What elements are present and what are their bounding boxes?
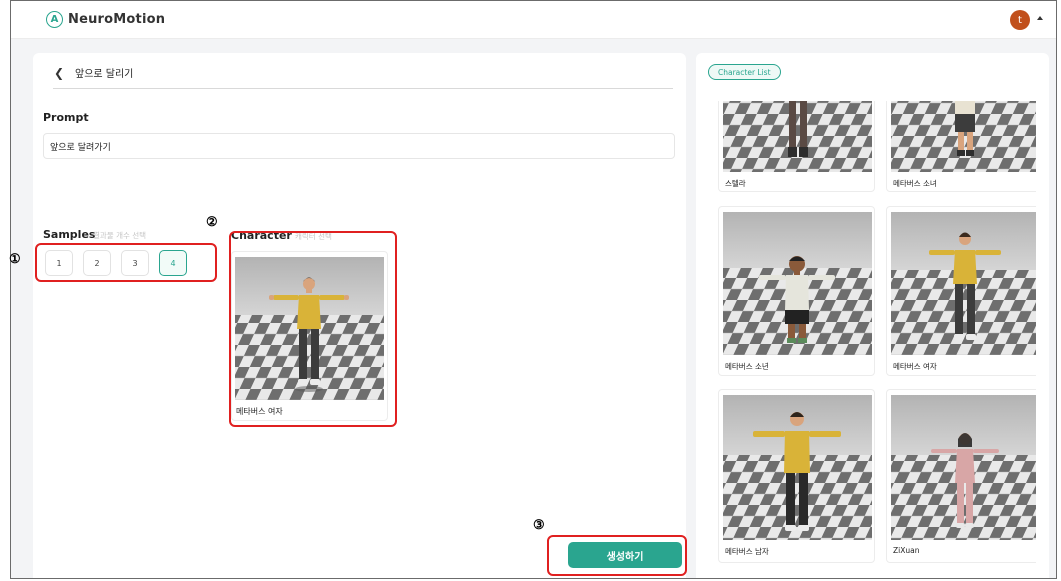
- user-avatar[interactable]: t: [1010, 10, 1030, 30]
- annotation-number-3: ③: [533, 518, 545, 533]
- character-thumbnail: [723, 395, 872, 540]
- character-list-panel: Character List 스텔라 메타버스 소녀 메타버스 소년 메타버스 …: [696, 53, 1049, 578]
- annotation-number-1: ①: [9, 252, 21, 267]
- app-name: NeuroMotion: [68, 12, 166, 27]
- character-name: 메타버스 남자: [725, 547, 769, 556]
- character-grid: 스텔라 메타버스 소녀 메타버스 소년 메타버스 여자 메타버스 남자 ZiXu…: [718, 101, 1036, 578]
- prompt-label: Prompt: [43, 111, 89, 124]
- character-thumbnail: [891, 395, 1036, 540]
- character-preview-image: [235, 257, 384, 400]
- neuromotion-logo-icon: A: [46, 11, 63, 28]
- character-thumbnail: [891, 101, 1036, 172]
- page-header: ❮ 앞으로 달리기: [53, 65, 673, 89]
- generate-button[interactable]: 생성하기: [568, 542, 682, 568]
- character-name: ZiXuan: [893, 546, 920, 555]
- sample-option-4[interactable]: 4: [159, 250, 187, 276]
- selected-character-name: 메타버스 여자: [236, 407, 283, 416]
- character-card-metaverse-boy[interactable]: 메타버스 소년: [718, 206, 875, 376]
- annotation-number-2: ②: [206, 215, 218, 230]
- app-logo[interactable]: A NeuroMotion: [46, 11, 165, 28]
- top-bar: A NeuroMotion t: [11, 1, 1056, 39]
- character-card-stella[interactable]: 스텔라: [718, 101, 875, 192]
- character-card-metaverse-man[interactable]: 메타버스 남자: [718, 389, 875, 563]
- account-caret-icon[interactable]: [1037, 16, 1043, 20]
- sample-option-3[interactable]: 3: [121, 250, 149, 276]
- samples-selector: 1 2 3 4: [45, 250, 187, 276]
- tab-character-list[interactable]: Character List: [708, 64, 781, 80]
- character-name: 스텔라: [725, 179, 746, 188]
- samples-hint: 결과물 개수 선택: [93, 231, 147, 240]
- page-title: 앞으로 달리기: [75, 69, 134, 80]
- sample-option-1[interactable]: 1: [45, 250, 73, 276]
- character-thumbnail: [723, 212, 872, 355]
- prompt-input[interactable]: [43, 133, 675, 159]
- character-thumbnail: [723, 101, 872, 172]
- samples-label: Samples: [43, 228, 96, 241]
- sample-option-2[interactable]: 2: [83, 250, 111, 276]
- character-name: 메타버스 소년: [725, 362, 769, 371]
- app-window: A NeuroMotion t ❮ 앞으로 달리기 Prompt Samples…: [10, 0, 1057, 579]
- character-name: 메타버스 소녀: [893, 179, 937, 188]
- back-arrow-icon[interactable]: ❮: [53, 66, 65, 80]
- character-name: 메타버스 여자: [893, 362, 937, 371]
- character-thumbnail: [891, 212, 1036, 355]
- character-card-metaverse-girl[interactable]: 메타버스 소녀: [886, 101, 1036, 192]
- character-label: Character: [231, 229, 292, 242]
- selected-character-card[interactable]: 메타버스 여자: [231, 251, 388, 421]
- character-card-metaverse-woman[interactable]: 메타버스 여자: [886, 206, 1036, 376]
- character-hint: 캐릭터 선택: [295, 232, 332, 241]
- character-card-zixuan[interactable]: ZiXuan: [886, 389, 1036, 563]
- create-panel: ❮ 앞으로 달리기 Prompt Samples 결과물 개수 선택 1 2 3…: [33, 53, 686, 578]
